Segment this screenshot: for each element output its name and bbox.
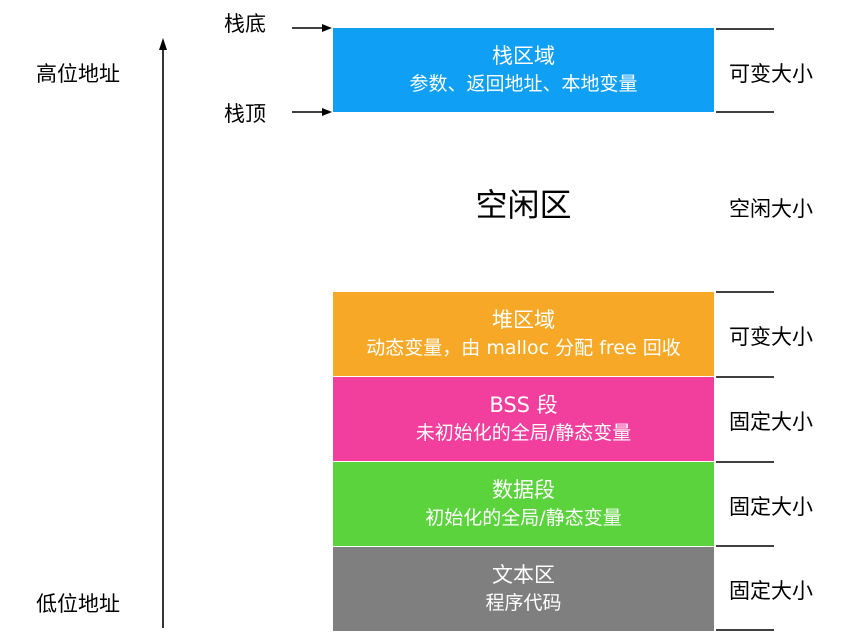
data-size-label: 固定大小 — [729, 495, 813, 519]
text-segment-desc: 程序代码 — [485, 592, 562, 615]
heap-segment: 堆区域 动态变量，由 malloc 分配 free 回收 — [333, 292, 714, 376]
heap-size-label: 可变大小 — [729, 325, 813, 349]
stack-size-label: 可变大小 — [729, 62, 813, 86]
text-segment-title: 文本区 — [492, 563, 555, 587]
data-segment: 数据段 初始化的全局/静态变量 — [333, 462, 714, 546]
stack-top-arrow — [292, 108, 332, 116]
bss-segment: BSS 段 未初始化的全局/静态变量 — [333, 377, 714, 461]
text-size-label: 固定大小 — [729, 579, 813, 603]
data-segment-desc: 初始化的全局/静态变量 — [425, 507, 622, 530]
heap-segment-title: 堆区域 — [492, 308, 555, 332]
data-segment-title: 数据段 — [492, 478, 555, 502]
stack-bottom-arrow — [292, 24, 332, 32]
bss-size-label: 固定大小 — [729, 410, 813, 434]
bss-segment-title: BSS 段 — [489, 393, 558, 417]
heap-segment-desc: 动态变量，由 malloc 分配 free 回收 — [366, 337, 681, 360]
free-size-label: 空闲大小 — [729, 197, 813, 221]
stack-segment-title: 栈区域 — [492, 44, 555, 68]
stack-segment: 栈区域 参数、返回地址、本地变量 — [333, 28, 714, 112]
text-segment: 文本区 程序代码 — [333, 547, 714, 631]
free-area-title: 空闲区 — [475, 186, 572, 224]
stack-segment-desc: 参数、返回地址、本地变量 — [409, 73, 638, 96]
bss-segment-desc: 未初始化的全局/静态变量 — [415, 422, 632, 445]
